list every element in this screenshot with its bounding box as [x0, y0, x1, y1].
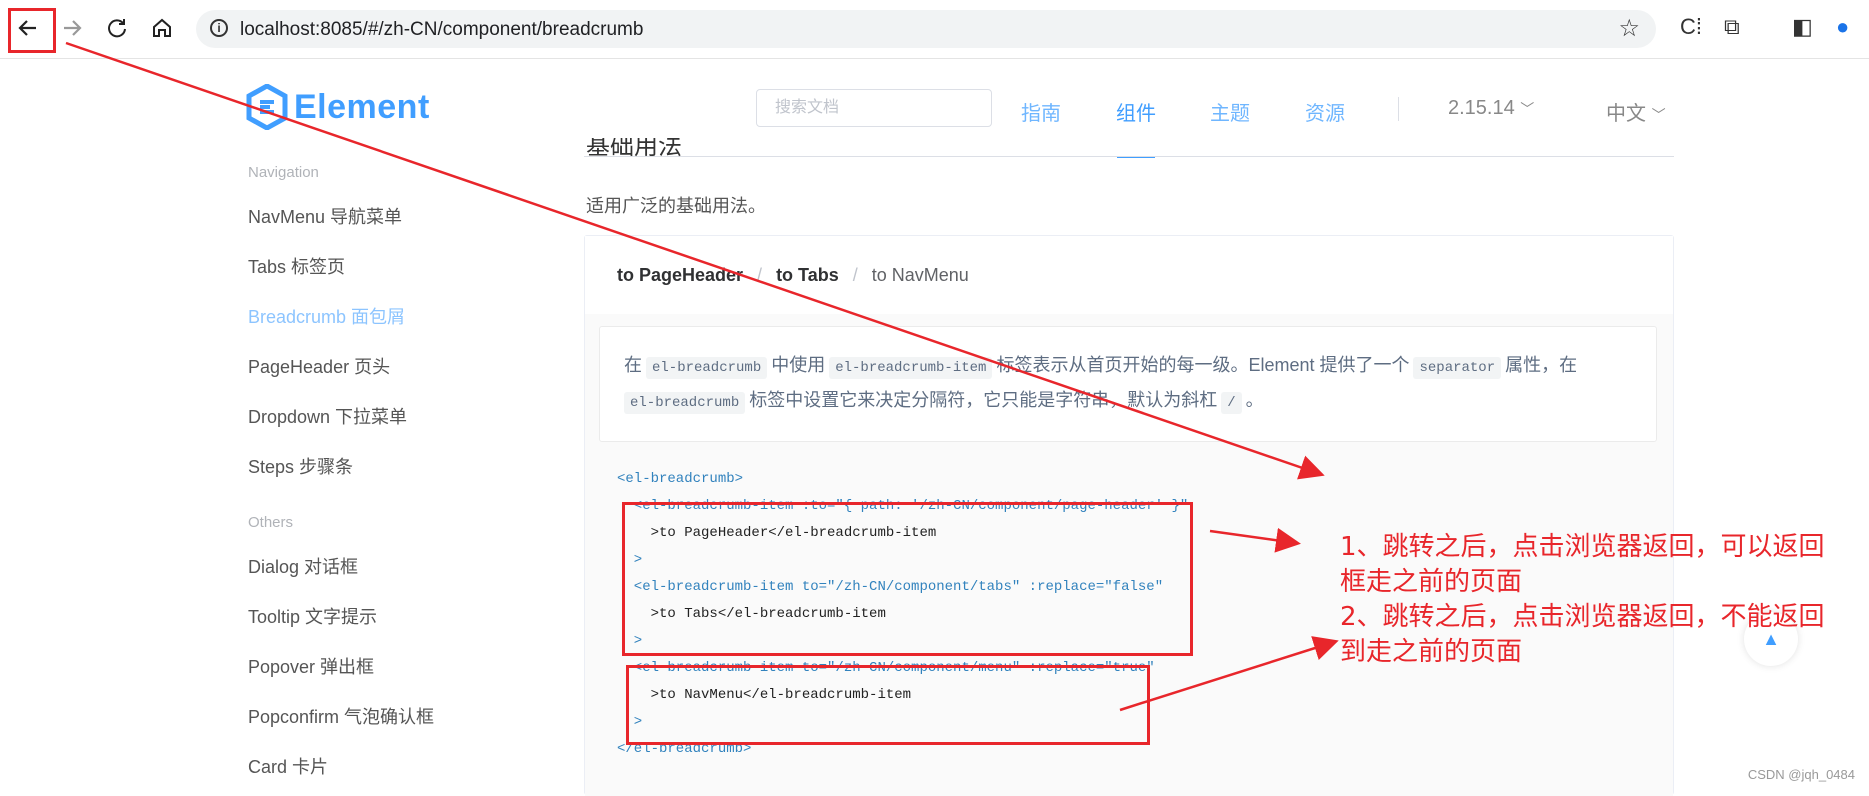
extension-c-icon[interactable]: C⁞	[1680, 14, 1702, 40]
inline-code: el-breadcrumb	[646, 357, 768, 379]
code-line: <el-breadcrumb>	[617, 471, 744, 487]
desc-text: 中使用	[771, 355, 826, 375]
forward-arrow-icon	[64, 20, 82, 36]
bookmark-star-icon[interactable]: ☆	[1618, 14, 1640, 43]
nav-component[interactable]: 组件	[1116, 97, 1156, 126]
profile-avatar-icon[interactable]: ●	[1836, 14, 1849, 40]
nav-resource[interactable]: 资源	[1305, 97, 1345, 126]
sidebar-item-pageheader[interactable]: PageHeader 页头	[248, 353, 390, 379]
desc-text: 在	[624, 355, 642, 375]
desc-text: 属性，在	[1505, 355, 1578, 375]
site-header: Element 搜索文档 指南 组件 主题 资源 2.15.14 ﹀ 中文 ﹀	[0, 59, 1869, 159]
section-description: 适用广泛的基础用法。	[586, 196, 766, 216]
breadcrumb-separator: /	[757, 265, 763, 285]
annotation-line: 1、跳转之后，点击浏览器返回，可以返回	[1340, 532, 1825, 562]
demo-source: to PageHeader / to Tabs / to NavMenu	[585, 236, 1673, 314]
language-text: 中文	[1606, 103, 1646, 125]
breadcrumb: to PageHeader / to Tabs / to NavMenu	[617, 265, 969, 286]
header-divider	[584, 156, 1674, 157]
annotation-line: 2、跳转之后，点击浏览器返回，不能返回	[1340, 602, 1825, 632]
inline-code: el-breadcrumb	[624, 392, 746, 414]
breadcrumb-item-tabs[interactable]: to Tabs	[776, 265, 839, 286]
chevron-down-icon: ﹀	[1520, 101, 1535, 117]
sidebar-group-navigation: Navigation	[248, 164, 319, 181]
inline-code: /	[1221, 392, 1242, 414]
annotation-line: 框走之前的页面	[1340, 567, 1523, 597]
extensions-puzzle-icon[interactable]: ⧉	[1724, 14, 1740, 40]
element-logo[interactable]: Element	[246, 84, 430, 130]
home-icon	[153, 18, 171, 37]
sidebar-item-steps[interactable]: Steps 步骤条	[248, 453, 353, 479]
sidebar-item-tooltip[interactable]: Tooltip 文字提示	[248, 603, 377, 629]
inline-code: el-breadcrumb-item	[829, 357, 993, 379]
version-select[interactable]: 2.15.14 ﹀	[1448, 97, 1534, 120]
description-card: 在 el-breadcrumb 中使用 el-breadcrumb-item 标签表示从…	[599, 326, 1657, 442]
language-select[interactable]: 中文 ﹀	[1606, 97, 1666, 126]
sidebar-group-others: Others	[248, 514, 294, 531]
annotation-text-1: 1、跳转之后，点击浏览器返回，可以返回 框走之前的页面 2、跳转之后，点击浏览器…	[1340, 530, 1825, 670]
desc-text: 标签表示从首页开始的每一级。Element 提供了一个	[996, 355, 1410, 375]
inline-code: separator	[1413, 357, 1502, 379]
breadcrumb-item-navmenu: to NavMenu	[871, 265, 969, 285]
reload-icon	[108, 19, 126, 38]
nav-guide[interactable]: 指南	[1021, 97, 1061, 126]
annotation-box-back-button	[8, 8, 56, 53]
reload-button[interactable]	[99, 10, 135, 46]
breadcrumb-separator: /	[852, 265, 858, 285]
sidebar-item-navmenu[interactable]: NavMenu 导航菜单	[248, 203, 402, 229]
browser-toolbar: i localhost:8085/#/zh-CN/component/bread…	[0, 0, 1869, 59]
side-panel-icon[interactable]: ◧	[1792, 14, 1813, 40]
section-title: 基础用法	[586, 138, 682, 158]
desc-text: 标签中设置它来决定分隔符，它只能是字符串，默认为斜杠	[749, 390, 1218, 410]
annotation-box-code-2	[626, 665, 1150, 745]
watermark: CSDN @jqh_0484	[1747, 767, 1855, 782]
nav-divider	[1398, 97, 1399, 121]
forward-button[interactable]	[54, 10, 90, 46]
version-text: 2.15.14	[1448, 97, 1515, 119]
element-logo-icon	[246, 84, 288, 130]
chevron-down-icon: ﹀	[1651, 107, 1666, 123]
annotation-line: 到走之前的页面	[1340, 637, 1523, 667]
desc-text: 。	[1245, 390, 1264, 410]
sidebar-item-tabs[interactable]: Tabs 标签页	[248, 253, 345, 279]
sidebar-item-dropdown[interactable]: Dropdown 下拉菜单	[248, 403, 407, 429]
breadcrumb-item-pageheader[interactable]: to PageHeader	[617, 265, 743, 286]
sidebar-item-card[interactable]: Card 卡片	[248, 753, 328, 779]
annotation-box-code-1	[622, 502, 1193, 656]
info-icon[interactable]: i	[210, 19, 228, 37]
search-input[interactable]: 搜索文档	[756, 89, 992, 127]
url-text: localhost:8085/#/zh-CN/component/breadcr…	[240, 19, 644, 40]
nav-theme[interactable]: 主题	[1210, 97, 1250, 126]
address-bar[interactable]: i localhost:8085/#/zh-CN/component/bread…	[196, 10, 1656, 48]
home-button[interactable]	[144, 10, 180, 46]
logo-text: Element	[294, 87, 430, 126]
sidebar-item-popconfirm[interactable]: Popconfirm 气泡确认框	[248, 703, 434, 729]
sidebar-item-breadcrumb[interactable]: Breadcrumb 面包屑	[248, 303, 405, 329]
sidebar-item-dialog[interactable]: Dialog 对话框	[248, 553, 358, 579]
section-title-text: 基础用法	[586, 138, 682, 158]
sidebar-item-popover[interactable]: Popover 弹出框	[248, 653, 374, 679]
